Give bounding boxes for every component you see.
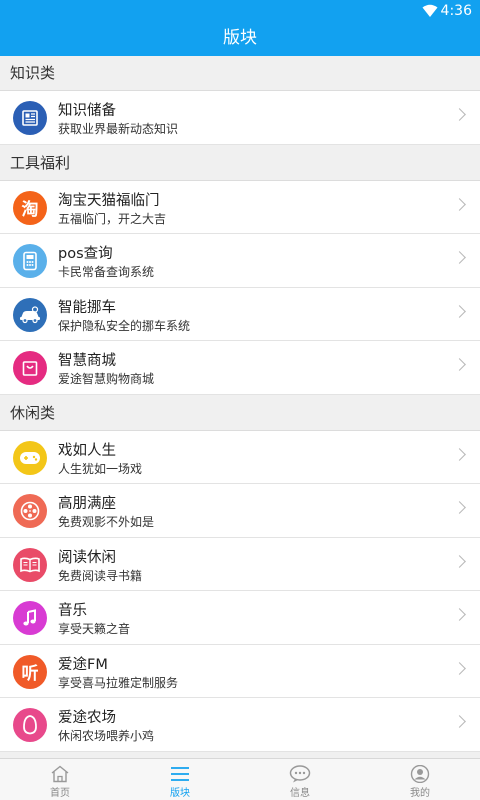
list-item-subtitle: 保护隐私安全的挪车系统 [58, 318, 191, 333]
tab-label: 信息 [290, 788, 310, 799]
newspaper-icon [13, 101, 47, 135]
list-item[interactable]: 高朋满座免费观影不外如是 [0, 484, 480, 538]
list-item-title: 知识储备 [58, 103, 116, 119]
chevron-right-icon [453, 715, 466, 728]
status-time: 4:36 [440, 3, 472, 19]
section-header: 休闲类 [0, 394, 480, 431]
list-item-title: pos查询 [58, 246, 113, 262]
music-note-icon [13, 601, 47, 635]
list-item[interactable]: 戏如人生人生犹如一场戏 [0, 430, 480, 484]
list-item-subtitle: 卡民常备查询系统 [58, 265, 155, 279]
page-title: 版块 [0, 24, 480, 56]
tab-label: 首页 [50, 788, 70, 799]
egg-icon [13, 708, 47, 742]
section-list[interactable]: 知识类 知识储备 获取业界最新动态知识 工具福利淘淘宝天猫福临门 五福临门，开之大吉 po… [0, 56, 480, 758]
status-bar: 4:36 [0, 0, 480, 24]
list-item[interactable]: 淘淘宝天猫福临门 五福临门，开之大吉 [0, 180, 480, 234]
list-item-subtitle: 免费阅读寻书籍 [58, 568, 143, 583]
list-item[interactable]: 知识储备获取业界最新动态知识 [0, 91, 480, 145]
list-item-subtitle: 五福临门，开之大吉 [58, 211, 167, 226]
list-item-title: 音乐 [58, 603, 87, 619]
list-item-subtitle: 免费观影不外如是 [58, 515, 155, 529]
list-item-subtitle: 爱途智慧购物商城 [58, 372, 155, 386]
list-item-title: 阅读休闲 [58, 549, 116, 566]
tab-label: 版块 [170, 788, 190, 799]
wifi-icon [422, 4, 438, 17]
list-item[interactable]: 智能挪车保护隐私安全的挪车系统 [0, 287, 480, 341]
pos-terminal-icon [13, 244, 47, 278]
chevron-right-icon [453, 358, 466, 371]
book-icon [13, 547, 47, 582]
chevron-right-icon [453, 251, 466, 264]
list-item-title: 智能挪车 [58, 299, 116, 316]
chevron-right-icon [453, 197, 466, 211]
chevron-right-icon [453, 501, 466, 514]
list-item-subtitle: 享受喜马拉雅定制服务 [58, 675, 179, 690]
list-item-subtitle: 人生犹如一场戏 [58, 461, 143, 476]
car-icon [13, 297, 47, 332]
section-header: 知识类 [0, 56, 480, 91]
list-item-title: 智慧商城 [58, 353, 116, 369]
list-item[interactable]: 阅读休闲免费阅读寻书籍 [0, 537, 480, 591]
list-item-title: 爱途农场 [58, 710, 116, 726]
chevron-right-icon [453, 304, 466, 318]
user-icon [409, 764, 431, 784]
list-item-title: 高朋满座 [58, 496, 116, 512]
taobao-icon: 淘 [13, 190, 47, 225]
menu-icon [169, 765, 191, 783]
chevron-right-icon [453, 554, 466, 568]
list-item[interactable]: 听爱途FM 享受喜马拉雅定制服务 [0, 644, 480, 698]
list-item-subtitle: 休闲农场喂养小鸡 [58, 729, 155, 743]
chevron-right-icon [453, 661, 466, 675]
shopping-bag-icon [13, 351, 47, 385]
gamepad-icon [13, 440, 47, 475]
list-item[interactable]: 音乐 享受天籁之音 [0, 591, 480, 645]
list-item-subtitle: 获取业界最新动态知识 [58, 122, 179, 136]
radio-icon: 听 [13, 654, 47, 689]
chevron-right-icon [453, 108, 466, 121]
tab-3[interactable]: 我的 [360, 759, 480, 800]
chevron-right-icon [453, 608, 466, 621]
film-reel-icon [13, 494, 47, 528]
list-item-title: 爱途FM [58, 656, 108, 673]
list-item[interactable]: 智慧商城爱途智慧购物商城 [0, 341, 480, 395]
chat-icon [289, 765, 311, 783]
list-item-title: 戏如人生 [58, 442, 116, 459]
chevron-right-icon [453, 447, 466, 461]
list-item-subtitle: 享受天籁之音 [58, 622, 131, 636]
tab-label: 我的 [410, 788, 430, 799]
home-icon [49, 765, 71, 783]
tab-2[interactable]: 信息 [240, 759, 360, 800]
list-item-title: 淘宝天猫福临门 [58, 192, 160, 209]
tab-1[interactable]: 版块 [120, 759, 240, 800]
section-header: 工具福利 [0, 144, 480, 181]
list-item[interactable]: 爱途农场休闲农场喂养小鸡 [0, 698, 480, 752]
tab-0[interactable]: 首页 [0, 759, 120, 800]
bottom-tab-bar: 首页 版块 信息 我的 [0, 758, 480, 800]
list-item[interactable]: pos查询卡民常备查询系统 [0, 234, 480, 288]
